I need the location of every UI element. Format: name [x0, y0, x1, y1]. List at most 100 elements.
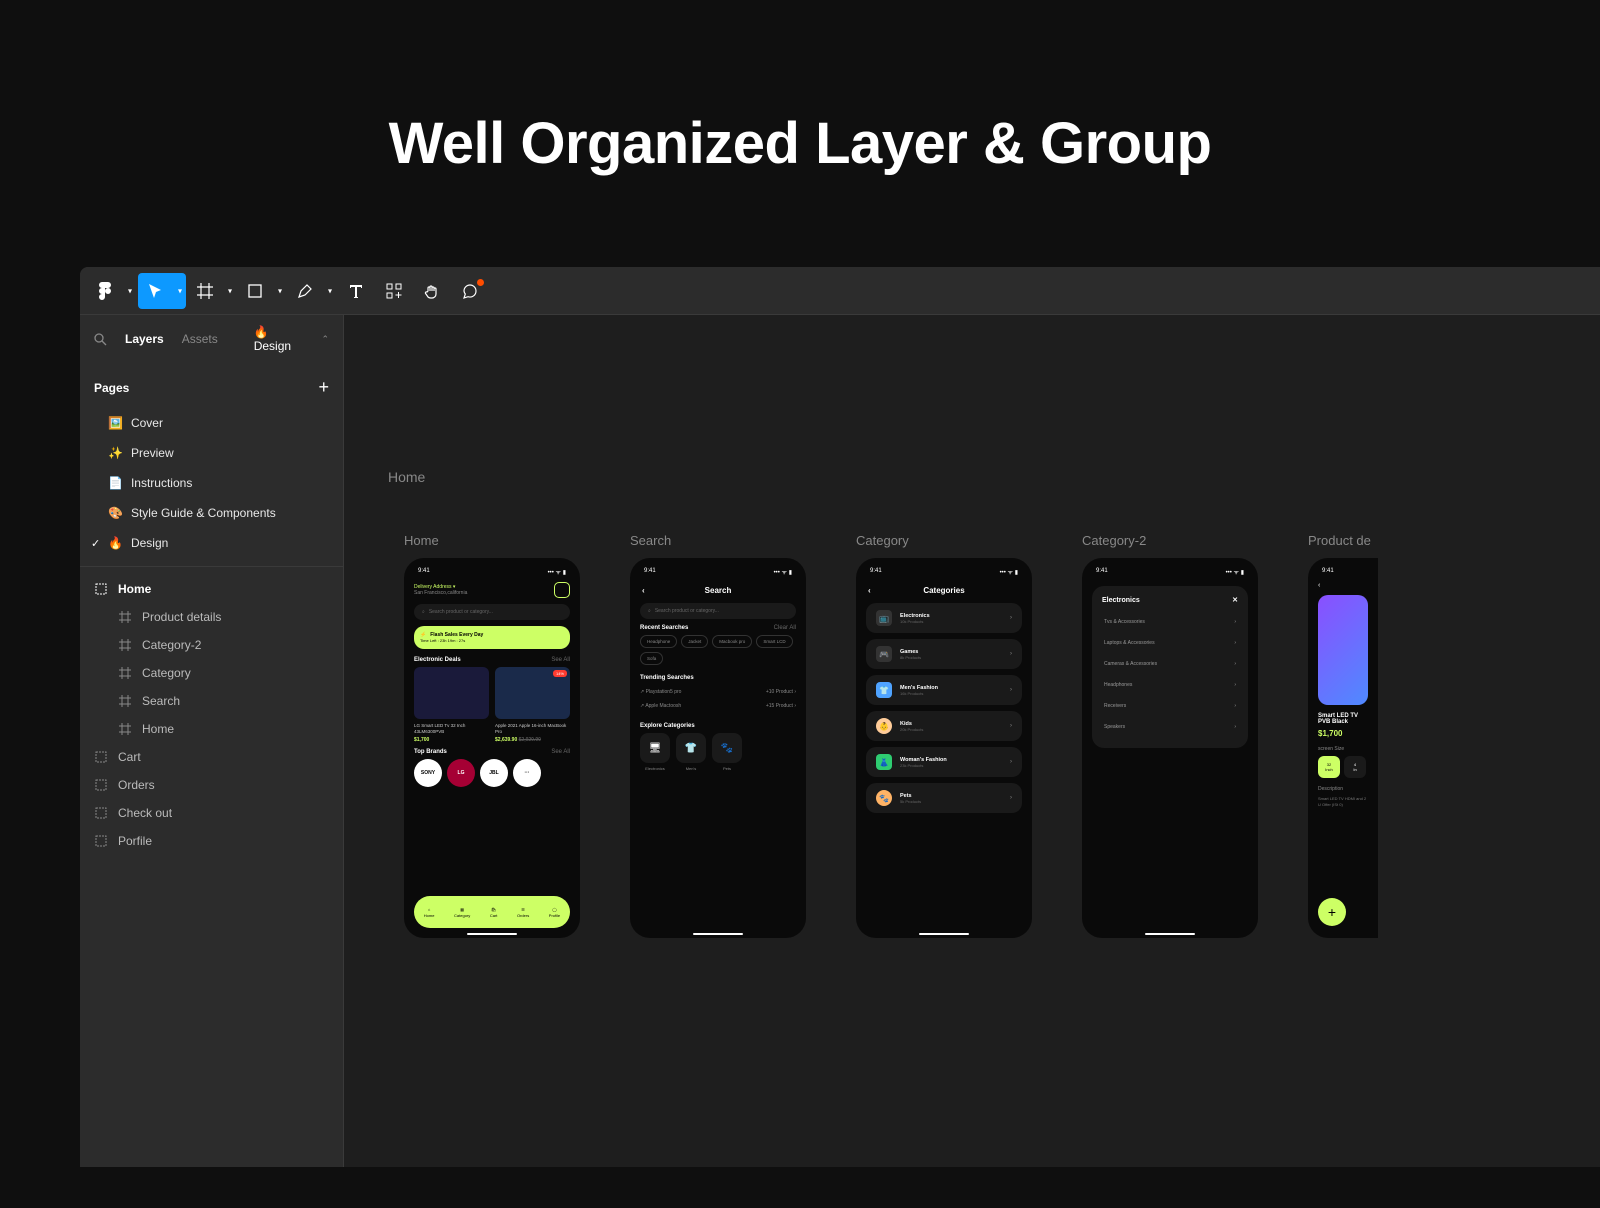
resources-tool-button[interactable] [376, 273, 412, 309]
page-name: Design [131, 536, 168, 550]
page-emoji-icon: 📄 [108, 476, 123, 490]
back-icon: ‹ [642, 586, 645, 595]
hero-title: Well Organized Layer & Group [0, 0, 1600, 267]
frame-column: Category-2 9:41••• ᯤ ▮ Electronics✕ Tvs … [1082, 533, 1258, 938]
figma-menu-button[interactable]: ▾ [88, 273, 136, 309]
home-indicator [919, 933, 969, 935]
page-emoji-icon: 🔥 [108, 536, 123, 550]
home-indicator [467, 933, 517, 935]
layer-item[interactable]: Porfile [80, 827, 343, 855]
search-icon[interactable] [94, 333, 107, 346]
shape-tool-button[interactable]: ▾ [238, 273, 286, 309]
layer-name: Category [142, 666, 191, 680]
layer-name: Product details [142, 610, 221, 624]
section-icon [94, 806, 108, 820]
frame-icon [118, 666, 132, 680]
home-indicator [1145, 933, 1195, 935]
notification-dot-icon [477, 279, 484, 286]
phone-mockup-category[interactable]: 9:41••• ᯤ ▮ ‹Categories 📺Electronics10k … [856, 558, 1032, 938]
frame-title[interactable]: Category [856, 533, 1032, 548]
layer-name: Category-2 [142, 638, 201, 652]
layer-name: Cart [118, 750, 141, 764]
page-item[interactable]: ✓ 🔥 Design [80, 528, 343, 558]
chevron-up-icon: ⌃ [321, 334, 329, 345]
brand-logo: ··· [513, 759, 541, 787]
chevron-down-icon: ▾ [228, 286, 232, 295]
search-icon: ⌕ [422, 609, 425, 615]
chevron-down-icon: ▾ [128, 286, 132, 295]
layer-name: Search [142, 694, 180, 708]
status-bar: 9:41••• ᯤ ▮ [866, 566, 1022, 578]
section-icon [94, 834, 108, 848]
bottom-nav: ⌂Home ▦Category 🛍Cart ☰Orders ◯Profile [414, 896, 570, 928]
chevron-down-icon: ▾ [328, 286, 332, 295]
file-label[interactable]: 🔥 Design [254, 325, 300, 353]
address-value: San Francisco,california [414, 590, 467, 596]
add-fab: + [1318, 898, 1346, 926]
page-item[interactable]: 📄 Instructions [80, 468, 343, 498]
layer-item[interactable]: Product details [80, 603, 343, 631]
layer-name: Orders [118, 778, 155, 792]
main-area: Layers Assets 🔥 Design ⌃ Pages + 🖼️ Cove… [80, 315, 1600, 1167]
layer-item[interactable]: Orders [80, 771, 343, 799]
section-icon [94, 750, 108, 764]
page-item[interactable]: 🎨 Style Guide & Components [80, 498, 343, 528]
layer-item[interactable]: Search [80, 687, 343, 715]
frame-column: Search 9:41••• ᯤ ▮ ‹Search ⌕Search produ… [630, 533, 806, 938]
page-item[interactable]: ✨ Preview [80, 438, 343, 468]
layer-item[interactable]: Home [80, 715, 343, 743]
layer-item[interactable]: Home [80, 575, 343, 603]
back-icon: ‹ [1318, 582, 1368, 589]
figma-window: ▾ ▾ ▾ ▾ ▾ [80, 267, 1600, 1167]
home-indicator [693, 933, 743, 935]
text-tool-button[interactable] [338, 273, 374, 309]
search-field: ⌕Search product or category... [414, 604, 570, 620]
page-name: Preview [131, 446, 174, 460]
frame-tool-button[interactable]: ▾ [188, 273, 236, 309]
hand-tool-button[interactable] [414, 273, 450, 309]
frame-column: Product de 9:41 ‹ Smart LED TV PVB Black… [1308, 533, 1378, 938]
frame-title[interactable]: Search [630, 533, 806, 548]
phone-mockup-product[interactable]: 9:41 ‹ Smart LED TV PVB Black $1,700 scr… [1308, 558, 1378, 938]
section-title[interactable]: Home [388, 469, 425, 485]
frame-column: Category 9:41••• ᯤ ▮ ‹Categories 📺Electr… [856, 533, 1032, 938]
comment-tool-button[interactable] [452, 273, 488, 309]
chevron-down-icon: ▾ [278, 286, 282, 295]
sidebar-tabs: Layers Assets 🔥 Design ⌃ [80, 315, 343, 363]
tab-layers[interactable]: Layers [125, 332, 164, 346]
frame-title[interactable]: Product de [1308, 533, 1378, 548]
brand-logo: JBL [480, 759, 508, 787]
frame-title[interactable]: Home [404, 533, 580, 548]
layer-item[interactable]: Category [80, 659, 343, 687]
chevron-down-icon: ▾ [178, 286, 182, 295]
layer-item[interactable]: Cart [80, 743, 343, 771]
frame-icon [118, 722, 132, 736]
frame-icon [118, 610, 132, 624]
page-emoji-icon: ✨ [108, 446, 123, 460]
phone-mockup-search[interactable]: 9:41••• ᯤ ▮ ‹Search ⌕Search product or c… [630, 558, 806, 938]
toolbar: ▾ ▾ ▾ ▾ ▾ [80, 267, 1600, 315]
layer-item[interactable]: Category-2 [80, 631, 343, 659]
tab-assets[interactable]: Assets [182, 332, 218, 346]
brand-logo: LG [447, 759, 475, 787]
layer-name: Check out [118, 806, 172, 820]
layer-name: Porfile [118, 834, 152, 848]
phone-mockup-category2[interactable]: 9:41••• ᯤ ▮ Electronics✕ Tvs & Accessori… [1082, 558, 1258, 938]
page-emoji-icon: 🖼️ [108, 416, 123, 430]
back-icon: ‹ [868, 586, 871, 595]
add-page-button[interactable]: + [318, 377, 329, 398]
phone-mockup-home[interactable]: 9:41••• ᯤ ▮ Delivery Address ▾ San Franc… [404, 558, 580, 938]
move-tool-button[interactable]: ▾ [138, 273, 186, 309]
frame-title[interactable]: Category-2 [1082, 533, 1258, 548]
pen-tool-button[interactable]: ▾ [288, 273, 336, 309]
page-name: Instructions [131, 476, 192, 490]
divider [80, 566, 343, 567]
page-name: Style Guide & Components [131, 506, 276, 520]
page-item[interactable]: 🖼️ Cover [80, 408, 343, 438]
canvas[interactable]: Home Home 9:41••• ᯤ ▮ Delivery Address ▾… [344, 315, 1600, 1167]
layer-name: Home [118, 582, 151, 596]
page-emoji-icon: 🎨 [108, 506, 123, 520]
layer-name: Home [142, 722, 174, 736]
layer-item[interactable]: Check out [80, 799, 343, 827]
pages-header: Pages + [80, 363, 343, 408]
